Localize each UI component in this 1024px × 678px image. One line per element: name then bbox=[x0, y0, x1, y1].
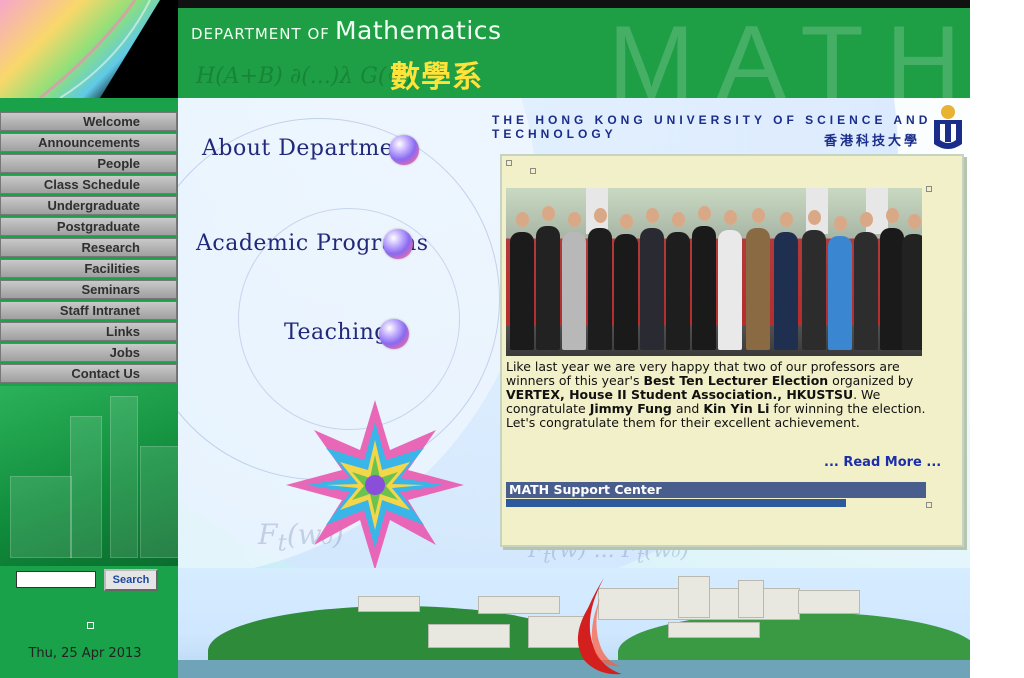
nav-item-undergraduate[interactable]: Undergraduate bbox=[0, 196, 177, 215]
nav-item-facilities[interactable]: Facilities bbox=[0, 259, 177, 278]
campus-building-image bbox=[0, 386, 178, 566]
search-button[interactable]: Search bbox=[104, 569, 158, 591]
current-date: Thu, 25 Apr 2013 bbox=[28, 646, 142, 661]
news-corner-marker-icon bbox=[506, 160, 512, 166]
main-nav: Welcome Announcements People Class Sched… bbox=[0, 112, 177, 385]
about-department-orb-icon[interactable] bbox=[389, 135, 419, 165]
sidebar-marker-icon bbox=[87, 622, 94, 629]
header-formula-art: H(A+B) ∂(...)λ G(∞) bbox=[196, 64, 414, 89]
news-highlight-winner-1: Jimmy Fung bbox=[589, 401, 672, 416]
news-photo[interactable] bbox=[506, 188, 922, 356]
nav-item-people[interactable]: People bbox=[0, 154, 177, 173]
red-sculpture-icon bbox=[577, 578, 622, 675]
nav-item-staff-intranet[interactable]: Staff Intranet bbox=[0, 301, 177, 320]
nav-item-jobs[interactable]: Jobs bbox=[0, 343, 177, 362]
department-chinese-name: 數學系 bbox=[390, 60, 483, 95]
nav-item-links[interactable]: Links bbox=[0, 322, 177, 341]
site-header: MATH H(A+B) ∂(...)λ G(∞) DEPARTMENT OF M… bbox=[178, 0, 970, 98]
search-input[interactable] bbox=[16, 571, 96, 588]
news-text-part: organized by bbox=[828, 373, 914, 388]
department-title[interactable]: DEPARTMENT OF Mathematics bbox=[191, 16, 502, 45]
nav-item-class-schedule[interactable]: Class Schedule bbox=[0, 175, 177, 194]
nav-item-postgraduate[interactable]: Postgraduate bbox=[0, 217, 177, 236]
polyhedron-star-image bbox=[286, 400, 464, 570]
news-marker-icon bbox=[926, 186, 932, 192]
left-sidebar: Welcome Announcements People Class Sched… bbox=[0, 98, 178, 678]
nav-item-contact-us[interactable]: Contact Us bbox=[0, 364, 177, 383]
main-content: Ft(w₀) Ft(w) ... Ft(w₀) About Department… bbox=[178, 98, 970, 678]
news-text: Like last year we are very happy that tw… bbox=[506, 360, 946, 430]
support-center-bar bbox=[506, 499, 846, 507]
hkust-logo-icon[interactable] bbox=[930, 104, 966, 152]
news-highlight-award: Best Ten Lecturer Election bbox=[643, 373, 829, 388]
campus-panorama-image bbox=[178, 568, 970, 678]
teaching-orb-icon[interactable] bbox=[379, 319, 409, 349]
news-highlight-winner-2: Kin Yin Li bbox=[703, 401, 770, 416]
header-watermark: MATH bbox=[608, 5, 970, 98]
news-panel: Like last year we are very happy that tw… bbox=[500, 154, 964, 547]
news-marker-icon bbox=[926, 502, 932, 508]
about-department-link[interactable]: About Department bbox=[202, 136, 417, 161]
read-more-link[interactable]: ... Read More ... bbox=[824, 455, 941, 470]
nav-item-seminars[interactable]: Seminars bbox=[0, 280, 177, 299]
department-name: Mathematics bbox=[334, 16, 502, 45]
math-support-center-link[interactable]: MATH Support Center bbox=[506, 482, 926, 498]
nav-item-announcements[interactable]: Announcements bbox=[0, 133, 177, 152]
news-marker-icon bbox=[530, 168, 536, 174]
fractal-header-image bbox=[0, 0, 178, 98]
news-text-part: and bbox=[671, 401, 704, 416]
nav-item-welcome[interactable]: Welcome bbox=[0, 112, 177, 131]
news-highlight-organizer: VERTEX, House II Student Association., H… bbox=[506, 387, 854, 402]
academic-programs-orb-icon[interactable] bbox=[383, 229, 413, 259]
teaching-link[interactable]: Teaching bbox=[284, 320, 389, 345]
university-name-chinese: 香港科技大學 bbox=[824, 134, 921, 149]
nav-item-research[interactable]: Research bbox=[0, 238, 177, 257]
department-prefix: DEPARTMENT OF bbox=[191, 25, 330, 43]
